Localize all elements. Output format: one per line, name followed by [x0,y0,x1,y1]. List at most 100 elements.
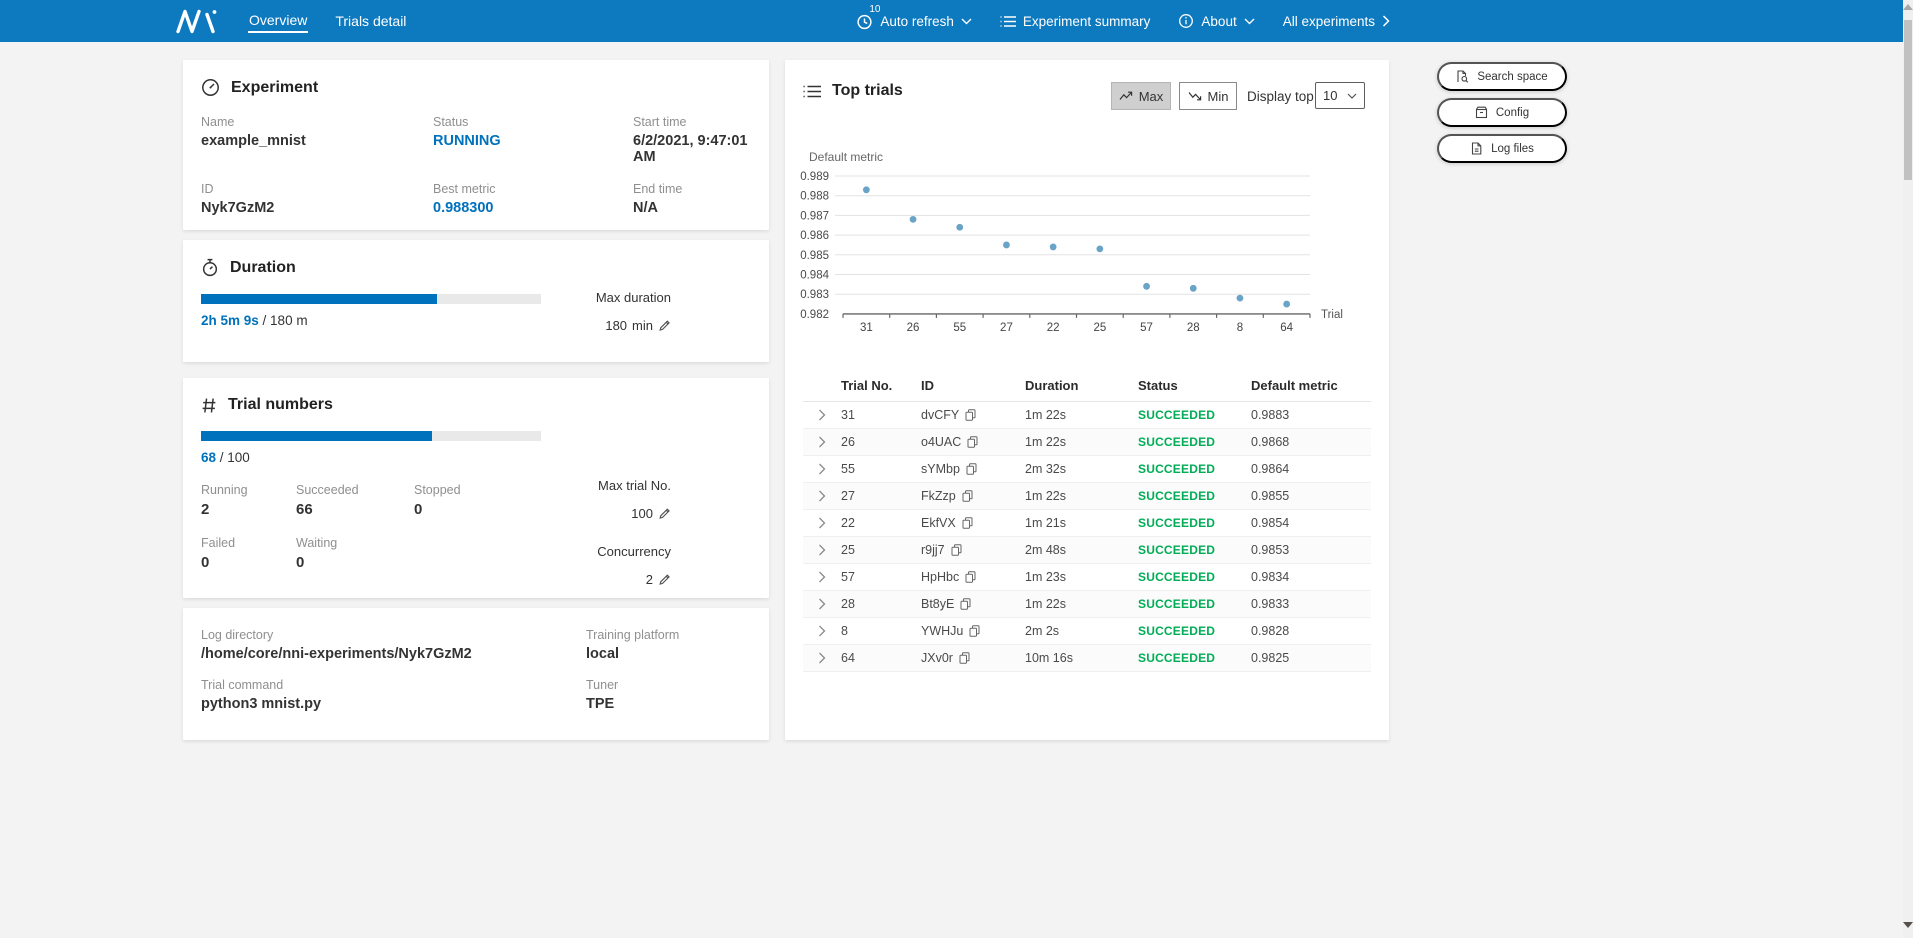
trial-id-cell: o4UAC [921,435,1025,449]
svg-text:31: 31 [860,322,873,334]
row-expander[interactable] [803,490,841,502]
top-trials-title: Top trials [832,82,903,100]
table-row[interactable]: 27FkZzp 1m 22sSUCCEEDED0.9855 [803,483,1371,510]
table-row[interactable]: 57HpHbc 1m 23sSUCCEEDED0.9834 [803,564,1371,591]
row-expander[interactable] [803,625,841,637]
table-row[interactable]: 25r9jj7 2m 48sSUCCEEDED0.9853 [803,537,1371,564]
table-row[interactable]: 8YWHJu 2m 2sSUCCEEDED0.9828 [803,618,1371,645]
row-expander[interactable] [803,409,841,421]
field-value: 0 [296,554,414,571]
trial-id-text: r9jj7 [921,543,945,557]
config-box-icon [1475,106,1488,119]
table-body: 31dvCFY 1m 22sSUCCEEDED0.9883 26o4UAC 1m… [803,402,1371,672]
row-expander[interactable] [803,652,841,664]
trial-no-cell: 57 [841,570,921,584]
expand-chevron-icon[interactable] [818,625,826,637]
table-row[interactable]: 31dvCFY 1m 22sSUCCEEDED0.9883 [803,402,1371,429]
all-experiments-link[interactable]: All experiments [1283,14,1390,29]
table-row[interactable]: 64JXv0r 10m 16sSUCCEEDED0.9825 [803,645,1371,672]
chevron-right-icon [1382,15,1390,27]
field: Failed0 [201,536,296,571]
about-menu[interactable]: About [1178,13,1254,29]
svg-text:8: 8 [1237,322,1243,334]
copy-icon[interactable] [969,625,980,637]
table-row[interactable]: 55sYMbp 2m 32sSUCCEEDED0.9864 [803,456,1371,483]
row-expander[interactable] [803,436,841,448]
row-expander[interactable] [803,517,841,529]
row-expander[interactable] [803,463,841,475]
about-label: About [1201,14,1236,29]
edit-pencil-icon[interactable] [658,507,671,520]
max-toggle-button[interactable]: Max [1111,82,1171,110]
copy-icon[interactable] [962,517,973,529]
tab-trials-detail[interactable]: Trials detail [334,10,407,32]
top-trials-chart[interactable]: 0.9890.9880.9870.9860.9850.9840.9830.982… [785,164,1389,349]
trial-id-cell: dvCFY [921,408,1025,422]
scrollbar-thumb[interactable] [1904,20,1912,180]
auto-refresh-control[interactable]: 10 Auto refresh [856,13,972,30]
field: IDNyk7GzM2 [201,182,433,216]
copy-icon[interactable] [962,490,973,502]
svg-text:27: 27 [1000,322,1013,334]
expand-chevron-icon[interactable] [818,652,826,664]
svg-text:28: 28 [1187,322,1200,334]
copy-icon[interactable] [959,652,970,664]
field-label: Succeeded [296,483,414,497]
field-value: 0 [414,501,581,518]
duration-cell: 1m 21s [1025,516,1138,530]
config-button[interactable]: Config [1437,98,1567,127]
copy-icon[interactable] [965,409,976,421]
expand-chevron-icon[interactable] [818,463,826,475]
expand-chevron-icon[interactable] [818,517,826,529]
tab-overview[interactable]: Overview [248,9,308,33]
status-cell: SUCCEEDED [1138,651,1251,665]
top-trials-card: Top trials Max Min Display top 10 Defaul… [785,60,1389,740]
edit-pencil-icon[interactable] [658,573,671,586]
field-value: 66 [296,501,414,518]
table-row[interactable]: 26o4UAC 1m 22sSUCCEEDED0.9868 [803,429,1371,456]
table-row[interactable]: 22EkfVX 1m 21sSUCCEEDED0.9854 [803,510,1371,537]
field: Training platformlocal [586,628,751,662]
field-value: TPE [586,696,751,712]
search-space-button[interactable]: Search space [1437,62,1567,91]
scrollbar[interactable] [1903,0,1913,938]
svg-text:0.988: 0.988 [800,191,829,203]
row-expander[interactable] [803,571,841,583]
list-icon [1000,15,1016,28]
svg-text:0.987: 0.987 [800,210,829,222]
metric-cell: 0.9834 [1251,570,1371,584]
trial-id-text: Bt8yE [921,597,954,611]
metric-cell: 0.9825 [1251,651,1371,665]
min-toggle-button[interactable]: Min [1179,82,1237,110]
expand-chevron-icon[interactable] [818,409,826,421]
expand-chevron-icon[interactable] [818,571,826,583]
concurrency-label: Concurrency [575,544,671,559]
field-value: N/A [633,200,751,216]
scrollbar-up-arrow-icon[interactable] [1903,4,1913,10]
field: StatusRUNNING [433,115,633,165]
chart-y-axis-title: Default metric [809,150,883,164]
copy-icon[interactable] [967,436,978,448]
expand-chevron-icon[interactable] [818,544,826,556]
scrollbar-down-arrow-icon[interactable] [1903,922,1913,928]
field: Stopped0 [414,483,581,518]
field: TunerTPE [586,678,751,712]
expand-chevron-icon[interactable] [818,436,826,448]
row-expander[interactable] [803,544,841,556]
duration-cell: 1m 23s [1025,570,1138,584]
duration-elapsed: 2h 5m 9s [201,313,259,328]
copy-icon[interactable] [966,463,977,475]
edit-pencil-icon[interactable] [658,319,671,332]
log-files-button[interactable]: Log files [1437,134,1567,163]
expand-chevron-icon[interactable] [818,598,826,610]
copy-icon[interactable] [960,598,971,610]
duration-cell: 2m 2s [1025,624,1138,638]
field-label: Log directory [201,628,586,642]
copy-icon[interactable] [965,571,976,583]
copy-icon[interactable] [951,544,962,556]
experiment-summary-button[interactable]: Experiment summary [1000,14,1151,29]
expand-chevron-icon[interactable] [818,490,826,502]
table-row[interactable]: 28Bt8yE 1m 22sSUCCEEDED0.9833 [803,591,1371,618]
display-top-dropdown[interactable]: 10 [1315,82,1365,109]
row-expander[interactable] [803,598,841,610]
